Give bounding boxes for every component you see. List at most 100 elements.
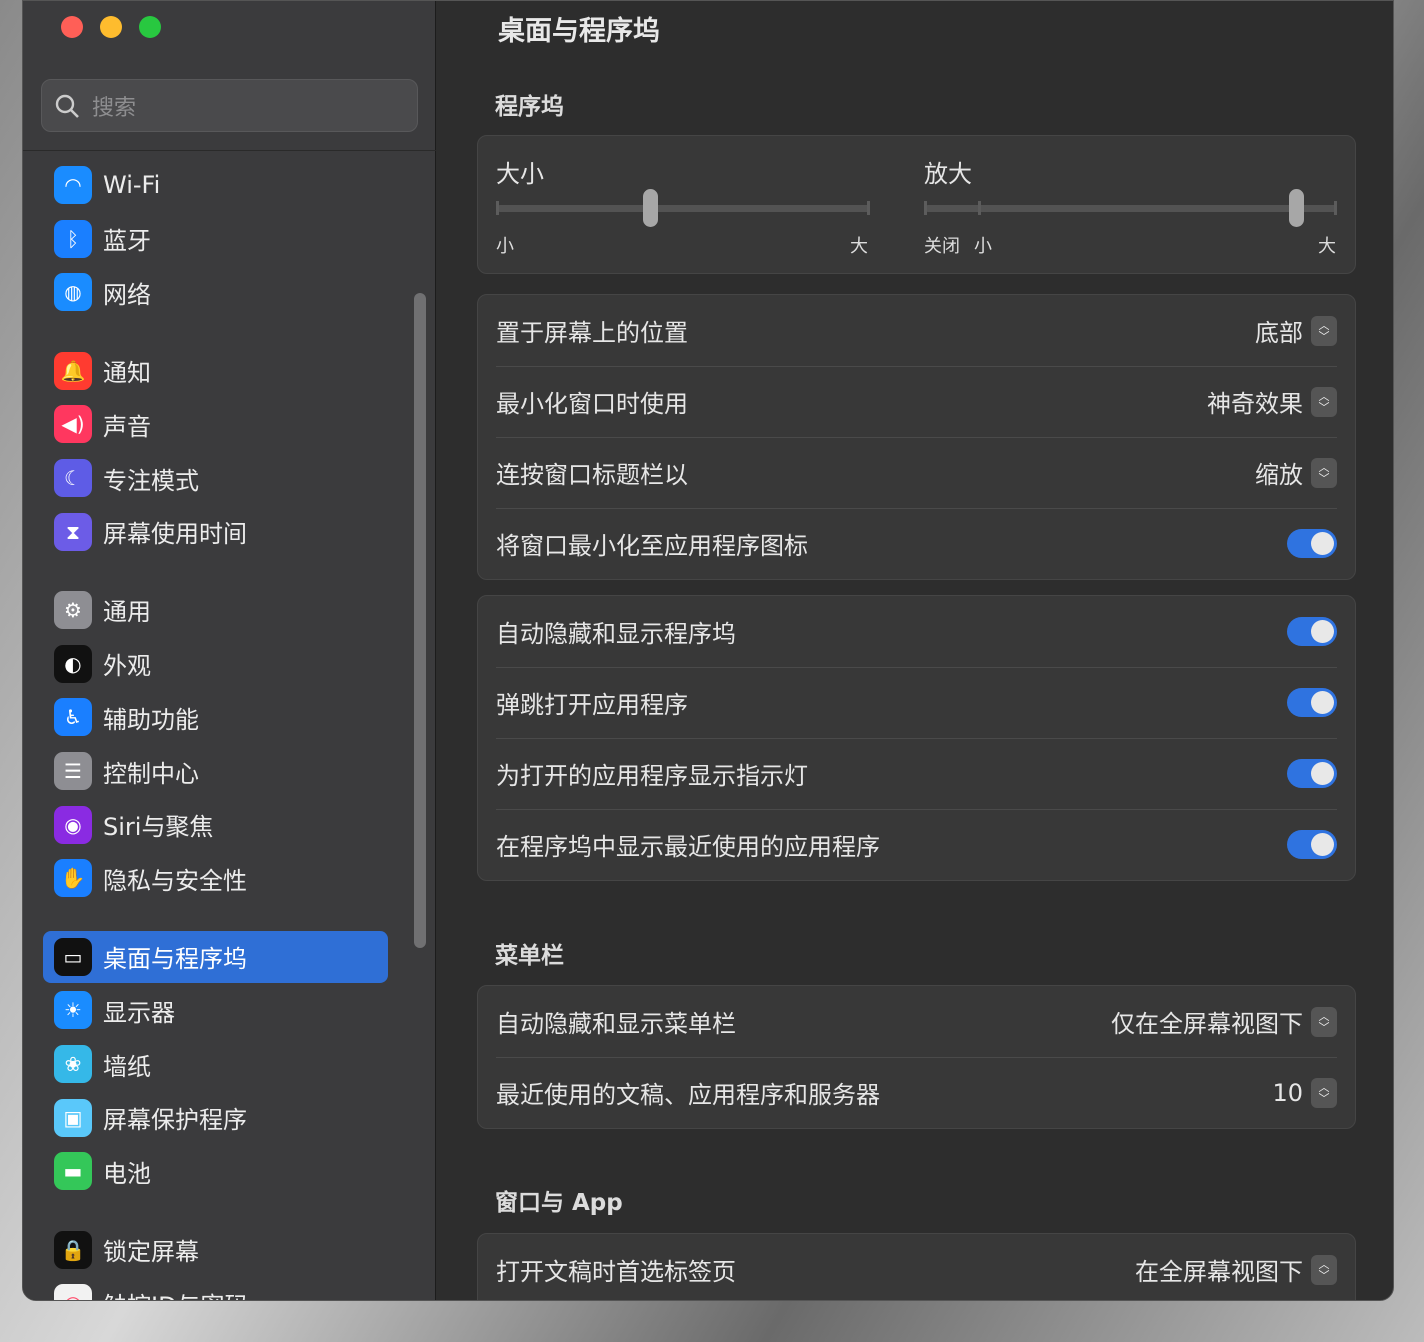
toggle-row[interactable]: 自动隐藏和显示程序坞 [478, 596, 1355, 667]
search-input[interactable]: 搜索 [41, 79, 418, 132]
chevron-up-down-icon: ︿﹀ [1311, 1255, 1337, 1285]
row-label: 在程序坞中显示最近使用的应用程序 [496, 827, 880, 862]
minimize-button[interactable] [100, 16, 122, 38]
sidebar-item-wifi[interactable]: ◠Wi-Fi [43, 159, 388, 211]
toggle-row[interactable]: 在程序坞中显示最近使用的应用程序 [478, 809, 1355, 880]
sidebar-item-bluetooth[interactable]: ᛒ蓝牙 [43, 213, 388, 265]
popup-button[interactable]: 仅在全屏幕视图下︿﹀ [1111, 1004, 1337, 1039]
siri-icon: ◉ [54, 806, 92, 844]
lock-icon: 🔒 [54, 1231, 92, 1269]
sidebar-item-label: 桌面与程序坞 [103, 939, 247, 974]
popup-value: 10 [1272, 1079, 1303, 1107]
sidebar-item-battery[interactable]: ▬ 电池 [43, 1145, 388, 1197]
main-pane: 桌面与程序坞 程序坞 大小 放大 小 大 关闭 小 大 置于屏幕上的位置底部︿﹀… [437, 1, 1393, 1300]
sidebar-item-label: 辅助功能 [103, 700, 199, 735]
chevron-up-down-icon: ︿﹀ [1311, 1078, 1337, 1108]
sidebar: 搜索 ◠Wi-Fiᛒ蓝牙◍网络 🔔通知◀)声音☾专注模式 ⧗ 屏幕使用时间 ⚙通用◐外观… [23, 1, 436, 1300]
sidebar-item-toggles[interactable]: ☰控制中心 [43, 745, 388, 797]
sidebar-item-siri[interactable]: ◉ Siri与聚焦 [43, 799, 388, 851]
menubar-card: 自动隐藏和显示菜单栏仅在全屏幕视图下︿﹀最近使用的文稿、应用程序和服务器10︿﹀ [477, 985, 1356, 1129]
toggle-row[interactable]: 为打开的应用程序显示指示灯 [478, 738, 1355, 809]
dock-icon: ▭ [54, 938, 92, 976]
sidebar-item-bell[interactable]: 🔔通知 [43, 345, 388, 397]
globe-icon: ◍ [54, 273, 92, 311]
brightness-icon: ☀ [54, 991, 92, 1029]
popup-row[interactable]: 自动隐藏和显示菜单栏 仅在全屏幕视图下︿﹀ [478, 986, 1355, 1057]
sidebar-item-dock[interactable]: ▭ 桌面与程序坞 [43, 931, 388, 983]
moon-icon: ☾ [54, 459, 92, 497]
popup-button[interactable]: 在全屏幕视图下︿﹀ [1135, 1252, 1337, 1287]
sidebar-item-hourglass[interactable]: ⧗ 屏幕使用时间 [43, 506, 388, 558]
size-max-label: 大 [850, 232, 868, 258]
row-label: 置于屏幕上的位置 [496, 313, 688, 348]
sidebar-item-label: 显示器 [103, 993, 175, 1028]
toggle-switch[interactable] [1287, 830, 1337, 859]
sidebar-item-label: 触控ID与密码 [103, 1286, 249, 1301]
row-label: 自动隐藏和显示程序坞 [496, 614, 736, 649]
sidebar-scrollbar[interactable] [414, 293, 426, 948]
zoom-button[interactable] [139, 16, 161, 38]
bluetooth-icon: ᛒ [54, 220, 92, 258]
sidebar-item-accessibility[interactable]: ♿ 辅助功能 [43, 691, 388, 743]
sidebar-item-globe[interactable]: ◍网络 [43, 266, 388, 318]
sidebar-item-label: Siri与聚焦 [103, 807, 213, 842]
row-label: 自动隐藏和显示菜单栏 [496, 1004, 736, 1039]
toggle-row[interactable]: 弹跳打开应用程序 [478, 667, 1355, 738]
chevron-up-down-icon: ︿﹀ [1311, 387, 1337, 417]
gear-icon: ⚙ [54, 591, 92, 629]
popup-row[interactable]: 最近使用的文稿、应用程序和服务器10︿﹀ [478, 1057, 1355, 1128]
row-label: 打开文稿时首选标签页 [496, 1252, 736, 1287]
sidebar-item-label: 屏幕使用时间 [103, 514, 247, 549]
search-icon [54, 93, 80, 119]
accessibility-icon: ♿ [54, 698, 92, 736]
sidebar-item-brightness[interactable]: ☀ 显示器 [43, 984, 388, 1036]
popup-value: 仅在全屏幕视图下 [1111, 1004, 1303, 1039]
popup-row[interactable]: 最小化窗口时使用神奇效果︿﹀ [478, 366, 1355, 437]
row-label: 将窗口最小化至应用程序图标 [496, 526, 808, 561]
popup-button[interactable]: 10 ︿﹀ [1272, 1078, 1337, 1108]
toggle-switch[interactable] [1287, 617, 1337, 646]
sidebar-item-label: 通知 [103, 353, 151, 388]
screensaver-icon: ▣ [54, 1099, 92, 1137]
popup-value: 底部 [1255, 313, 1303, 348]
wifi-icon: ◠ [54, 166, 92, 204]
sidebar-item-gear[interactable]: ⚙通用 [43, 584, 388, 636]
sidebar-item-label: 隐私与安全性 [103, 861, 247, 896]
popup-button[interactable]: 神奇效果 ︿﹀ [1207, 384, 1337, 419]
hourglass-icon: ⧗ [54, 513, 92, 551]
windows-card: 打开文稿时首选标签页 在全屏幕视图下︿﹀ [477, 1233, 1356, 1301]
magnify-max-label: 大 [1318, 232, 1336, 258]
sidebar-item-speaker[interactable]: ◀)声音 [43, 398, 388, 450]
sidebar-item-label: 控制中心 [103, 754, 199, 789]
popup-button[interactable]: 底部︿﹀ [1255, 313, 1337, 348]
popup-value: 神奇效果 [1207, 384, 1303, 419]
magnify-min-label: 小 [974, 232, 992, 258]
sidebar-item-moon[interactable]: ☾专注模式 [43, 452, 388, 504]
popup-row[interactable]: 打开文稿时首选标签页 在全屏幕视图下︿﹀ [478, 1234, 1355, 1301]
battery-icon: ▬ [54, 1152, 92, 1190]
toggle-switch[interactable] [1287, 688, 1337, 717]
magnify-slider-thumb[interactable] [1289, 189, 1304, 227]
sidebar-item-screensaver[interactable]: ▣屏幕保护程序 [43, 1092, 388, 1144]
toggle-switch[interactable] [1287, 759, 1337, 788]
sidebar-item-label: 电池 [103, 1154, 151, 1189]
sidebar-item-lock[interactable]: 🔒锁定屏幕 [43, 1224, 388, 1276]
popup-button[interactable]: 缩放︿﹀ [1255, 455, 1337, 490]
popup-row[interactable]: 置于屏幕上的位置 底部︿﹀ [478, 295, 1355, 366]
sidebar-item-appearance[interactable]: ◐外观 [43, 638, 388, 690]
sidebar-item-label: 声音 [103, 407, 151, 442]
popup-row[interactable]: 连按窗口标题栏以缩放︿﹀ [478, 437, 1355, 508]
close-button[interactable] [61, 16, 83, 38]
size-slider-thumb[interactable] [643, 189, 658, 227]
toggle-row[interactable]: 将窗口最小化至应用程序图标 [478, 508, 1355, 579]
sidebar-item-fingerprint[interactable]: ◎ 触控ID与密码 [43, 1277, 388, 1301]
sidebar-item-flower[interactable]: ❀墙纸 [43, 1038, 388, 1090]
hand-icon: ✋ [54, 859, 92, 897]
toggle-switch[interactable] [1287, 529, 1337, 558]
magnify-label: 放大 [924, 154, 972, 189]
popup-value: 缩放 [1255, 455, 1303, 490]
sidebar-item-hand[interactable]: ✋ 隐私与安全性 [43, 852, 388, 904]
row-label: 弹跳打开应用程序 [496, 685, 688, 720]
fingerprint-icon: ◎ [54, 1284, 92, 1301]
section-menubar: 菜单栏 [495, 936, 564, 970]
